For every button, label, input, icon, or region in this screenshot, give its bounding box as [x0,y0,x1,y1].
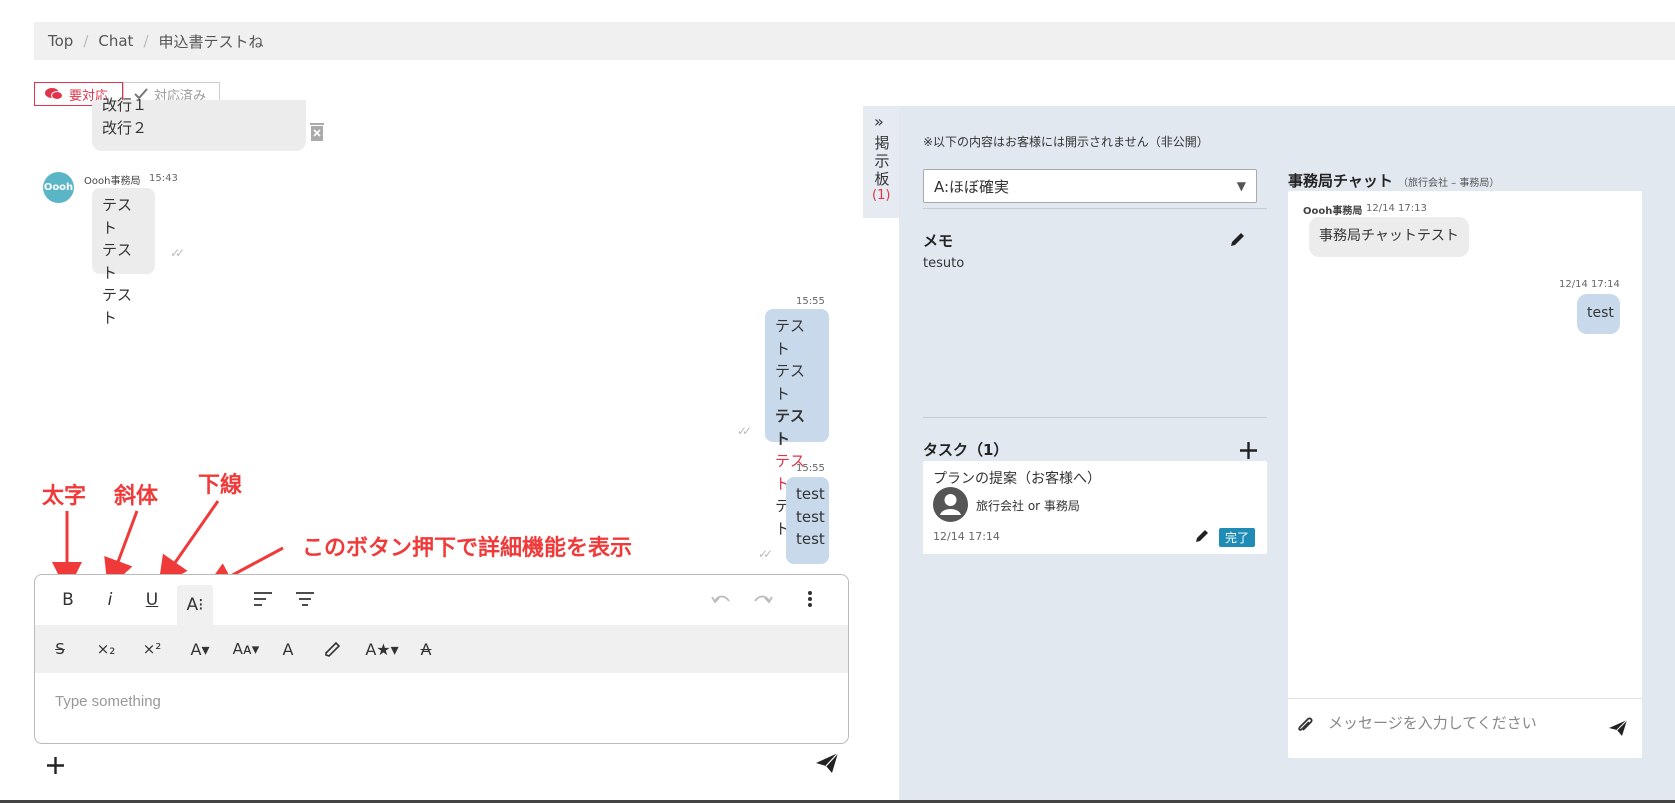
text-style-icon[interactable]: A★▾ [365,634,399,664]
task-name: プランの提案（お客様へ） [933,471,1101,487]
staff-chat-message: 事務局チャットテスト [1309,217,1469,257]
board-tab[interactable]: » 掲 示 板 (1) [863,106,899,218]
align-center-icon[interactable] [295,591,315,607]
staff-chat-my-message: test [1577,294,1620,334]
divider [923,208,1267,209]
board-tab-label: 掲 [874,134,890,152]
subscript-icon[interactable]: ×₂ [91,634,121,664]
memo-text: tesuto [923,256,965,271]
message-input[interactable] [55,693,815,710]
board-tab-label: 示 [874,152,890,170]
italic-label: i [107,590,113,610]
staff-chat-panel: Oooh事務局 12/14 17:13 事務局チャットテスト 12/14 17:… [1288,191,1642,758]
arrow-underline [158,500,220,587]
editor-toolbar-secondary: S ×₂ ×² A▾ Aᴀ▾ A A★▾ A [35,625,848,673]
staff-chat-sender: Oooh事務局 [1303,206,1363,217]
status-select-value: A:ほぼ確実 [934,177,1010,196]
underline-button[interactable]: U [139,585,165,615]
more-features-label: A⁝ [186,595,204,615]
collapse-chevron-icon[interactable]: » [874,112,884,131]
font-family-icon[interactable]: A▾ [183,634,217,664]
italic-button[interactable]: i [97,585,123,615]
dropdown-arrow-icon: ▼ [1236,179,1246,193]
bold-button[interactable]: B [55,585,81,615]
redo-icon[interactable] [753,592,773,606]
task-card[interactable]: プランの提案（お客様へ） 旅行会社 or 事務局 12/14 17:14 完了 [923,461,1267,554]
private-notice: ※以下の内容はお客様には開示されません（非公開） [923,135,1209,149]
task-assignee: 旅行会社 or 事務局 [976,499,1080,513]
arrow-italic [104,510,139,590]
task-title: タスク（1） [923,441,1009,459]
status-select[interactable]: A:ほぼ確実 ▼ [923,169,1257,203]
task-date: 12/14 17:14 [933,530,1000,543]
attachment-icon[interactable] [1296,716,1314,736]
task-status-badge: 完了 [1219,528,1256,547]
clear-format-icon[interactable]: A [413,634,439,664]
editor-toolbar-primary: B i U A⁝ [35,575,848,625]
memo-title: メモ [923,232,954,250]
more-features-button[interactable]: A⁝ [177,585,213,625]
highlighter-icon[interactable] [323,639,343,659]
underline-label: U [145,590,159,610]
staff-chat-title: 事務局チャット [1288,172,1393,190]
divider [923,417,1267,418]
staff-chat-send-icon[interactable] [1608,719,1628,737]
add-icon[interactable] [46,756,65,775]
message-editor: B i U A⁝ S ×₂ ×² A▾ Aᴀ▾ A A★▾ A [34,574,849,744]
staff-chat-subtitle: （旅行会社 – 事務局） [1398,178,1500,189]
staff-chat-time: 12/14 17:13 [1366,203,1427,214]
superscript-icon[interactable]: ×² [137,634,167,664]
send-icon[interactable] [815,752,839,774]
board-tab-count: (1) [872,188,891,203]
annotation-arrows [52,500,284,592]
align-left-icon[interactable] [253,591,273,607]
bold-label: B [62,590,74,610]
font-color-icon[interactable]: A [275,634,301,664]
board-tab-label: 板 [874,170,890,188]
staff-chat-input[interactable] [1328,715,1578,732]
task-edit-icon[interactable] [1195,528,1210,543]
undo-icon[interactable] [711,592,731,606]
user-avatar-icon [933,487,968,522]
staff-chat-time: 12/14 17:14 [1559,279,1620,290]
divider [1288,698,1642,699]
more-vertical-icon[interactable] [807,590,813,608]
add-task-icon[interactable] [1239,441,1258,460]
strikethrough-icon[interactable]: S [47,634,73,664]
edit-pencil-icon[interactable] [1229,230,1247,248]
font-size-icon[interactable]: Aᴀ▾ [227,634,265,664]
